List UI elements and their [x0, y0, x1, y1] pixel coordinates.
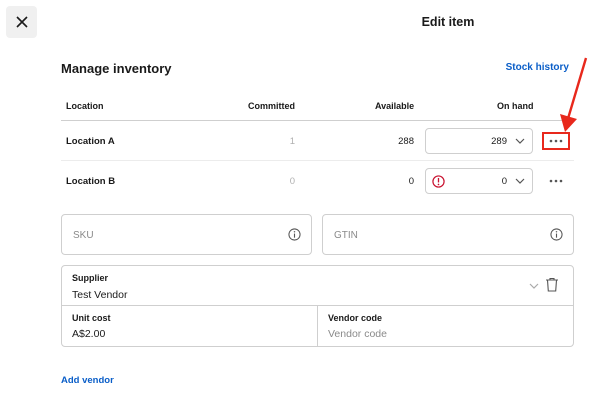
more-options-button[interactable] — [542, 172, 570, 190]
ellipsis-icon — [549, 139, 563, 143]
info-icon[interactable] — [288, 228, 301, 241]
sku-placeholder: SKU — [73, 230, 94, 241]
column-header-location: Location — [66, 101, 104, 111]
supplier-value: Test Vendor — [72, 289, 128, 301]
table-row: Location B 0 0 0 — [61, 161, 574, 201]
warning-icon — [432, 175, 445, 188]
supplier-details: Unit cost A$2.00 Vendor code Vendor code — [62, 306, 573, 346]
table-row: Location A 1 288 289 — [61, 121, 574, 161]
section-title: Manage inventory — [61, 61, 172, 76]
column-header-on-hand: On hand — [497, 101, 534, 111]
chevron-down-icon — [529, 283, 539, 289]
on-hand-select[interactable]: 289 — [425, 128, 533, 154]
available-value: 0 — [408, 176, 414, 187]
annotation-arrow-icon — [560, 57, 588, 132]
on-hand-select[interactable]: 0 — [425, 168, 533, 194]
committed-value: 0 — [289, 176, 295, 187]
supplier-card: Supplier Test Vendor Unit cost A$2.00 Ve… — [61, 265, 574, 347]
available-value: 288 — [398, 136, 414, 147]
on-hand-value: 289 — [491, 136, 507, 147]
vendor-code-placeholder: Vendor code — [328, 328, 387, 340]
supplier-select[interactable]: Supplier Test Vendor — [62, 266, 573, 306]
trash-icon[interactable] — [545, 277, 559, 292]
on-hand-value: 0 — [501, 176, 507, 187]
page-title: Edit item — [421, 15, 475, 29]
unit-cost-field[interactable]: Unit cost A$2.00 — [62, 306, 317, 346]
supplier-label: Supplier — [72, 273, 109, 283]
chevron-down-icon — [515, 178, 525, 184]
location-name: Location A — [66, 136, 115, 147]
unit-cost-value: A$2.00 — [72, 328, 106, 340]
sku-field[interactable]: SKU — [61, 214, 312, 255]
gtin-field[interactable]: GTIN — [322, 214, 574, 255]
chevron-down-icon — [515, 138, 525, 144]
ellipsis-icon — [549, 179, 563, 183]
column-header-committed: Committed — [248, 101, 295, 111]
inventory-table: Location Committed Available On hand Loc… — [61, 95, 574, 201]
gtin-placeholder: GTIN — [334, 230, 358, 241]
table-header: Location Committed Available On hand — [61, 95, 574, 121]
location-name: Location B — [66, 176, 116, 187]
unit-cost-label: Unit cost — [72, 313, 111, 323]
vendor-code-label: Vendor code — [328, 313, 383, 323]
header: Edit item — [0, 0, 591, 44]
column-header-available: Available — [375, 101, 415, 111]
add-vendor-link[interactable]: Add vendor — [61, 375, 114, 386]
committed-value: 1 — [289, 136, 295, 147]
vendor-code-field[interactable]: Vendor code Vendor code — [317, 306, 573, 346]
info-icon[interactable] — [550, 228, 563, 241]
